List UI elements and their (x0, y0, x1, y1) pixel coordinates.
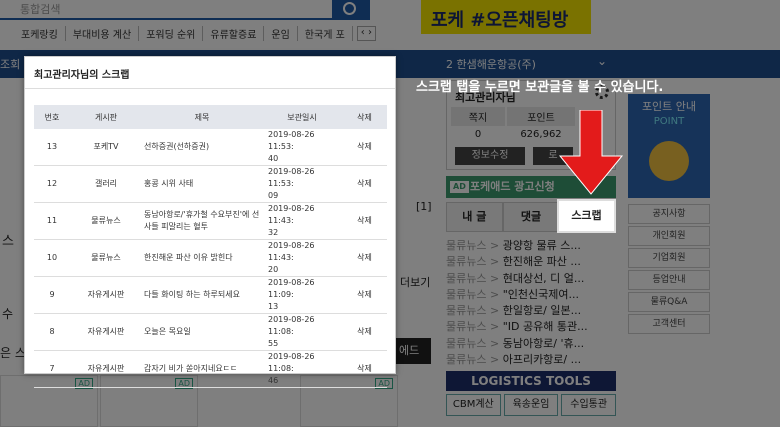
table-row: 12 갤러리 홍콩 시위 사태 2019-08-26 11:53: 09 삭제 (34, 165, 387, 203)
col-delete: 삭제 (342, 105, 387, 129)
table-row: 10 물류뉴스 한진해운 파산 이유 밝힌다 2019-08-26 11:43:… (34, 239, 387, 277)
row-number: 10 (34, 239, 70, 277)
row-title-link[interactable]: 갑자기 비가 쏟아지네요ㄷㄷ (142, 350, 262, 388)
tab-scrap[interactable]: 스크랩 (557, 199, 616, 233)
instruction-notice: 스크랩 탭을 누르면 보관글을 볼 수 있습니다. (416, 80, 664, 95)
row-date: 2019-08-26 11:08: 55 (262, 313, 342, 351)
popup-title: 최고관리자님의 스크랩 (34, 70, 130, 81)
row-date: 2019-08-26 11:43: 20 (262, 239, 342, 277)
row-title-link[interactable]: 선하증권(선하증권) (142, 129, 262, 166)
row-title-link[interactable]: 오늘은 목요일 (142, 313, 262, 351)
row-number: 12 (34, 165, 70, 203)
arrow-down-icon (558, 110, 624, 195)
table-row: 13 포케TV 선하증권(선하증권) 2019-08-26 11:53: 40 삭… (34, 129, 387, 166)
col-board: 게시판 (70, 105, 142, 129)
table-row: 9 자유게시판 다들 화이팅 하는 하루되세요 2019-08-26 11:09… (34, 276, 387, 314)
col-title: 제목 (142, 105, 262, 129)
row-title-link[interactable]: 한진해운 파산 이유 밝힌다 (142, 239, 262, 277)
delete-button[interactable]: 삭제 (342, 129, 387, 166)
delete-button[interactable]: 삭제 (342, 202, 387, 240)
row-title-link[interactable]: 동남아항로/'휴가철 수요부진'에 선사들 피말리는 혈투 (142, 202, 262, 240)
table-row: 11 물류뉴스 동남아항로/'휴가철 수요부진'에 선사들 피말리는 혈투 20… (34, 202, 387, 240)
row-board: 자유게시판 (70, 350, 142, 388)
table-header-row: 번호 게시판 제목 보관일시 삭제 (34, 105, 387, 129)
col-saved-at: 보관일시 (262, 105, 342, 129)
arrow-shape (558, 110, 624, 195)
col-number: 번호 (34, 105, 70, 129)
row-date: 2019-08-26 11:09: 13 (262, 276, 342, 314)
row-number: 7 (34, 350, 70, 388)
divider (25, 88, 395, 89)
row-board: 포케TV (70, 129, 142, 166)
delete-button[interactable]: 삭제 (342, 313, 387, 351)
row-date: 2019-08-26 11:53: 09 (262, 165, 342, 203)
row-number: 13 (34, 129, 70, 166)
delete-button[interactable]: 삭제 (342, 350, 387, 388)
row-board: 물류뉴스 (70, 202, 142, 240)
row-date: 2019-08-26 11:53: 40 (262, 129, 342, 166)
row-date: 2019-08-26 11:43: 32 (262, 202, 342, 240)
row-board: 자유게시판 (70, 313, 142, 351)
row-number: 8 (34, 313, 70, 351)
row-board: 자유게시판 (70, 276, 142, 314)
delete-button[interactable]: 삭제 (342, 276, 387, 314)
scrap-popup: 최고관리자님의 스크랩 번호 게시판 제목 보관일시 삭제 13 포케TV 선하… (24, 56, 396, 388)
table-row: 7 자유게시판 갑자기 비가 쏟아지네요ㄷㄷ 2019-08-26 11:08:… (34, 350, 387, 388)
delete-button[interactable]: 삭제 (342, 239, 387, 277)
row-number: 9 (34, 276, 70, 314)
row-title-link[interactable]: 다들 화이팅 하는 하루되세요 (142, 276, 262, 314)
table-row: 8 자유게시판 오늘은 목요일 2019-08-26 11:08: 55 삭제 (34, 313, 387, 351)
delete-button[interactable]: 삭제 (342, 165, 387, 203)
row-title-link[interactable]: 홍콩 시위 사태 (142, 165, 262, 203)
row-board: 물류뉴스 (70, 239, 142, 277)
scrap-table: 번호 게시판 제목 보관일시 삭제 13 포케TV 선하증권(선하증권) 201… (34, 105, 387, 388)
row-date: 2019-08-26 11:08: 46 (262, 350, 342, 388)
row-number: 11 (34, 202, 70, 240)
row-board: 갤러리 (70, 165, 142, 203)
